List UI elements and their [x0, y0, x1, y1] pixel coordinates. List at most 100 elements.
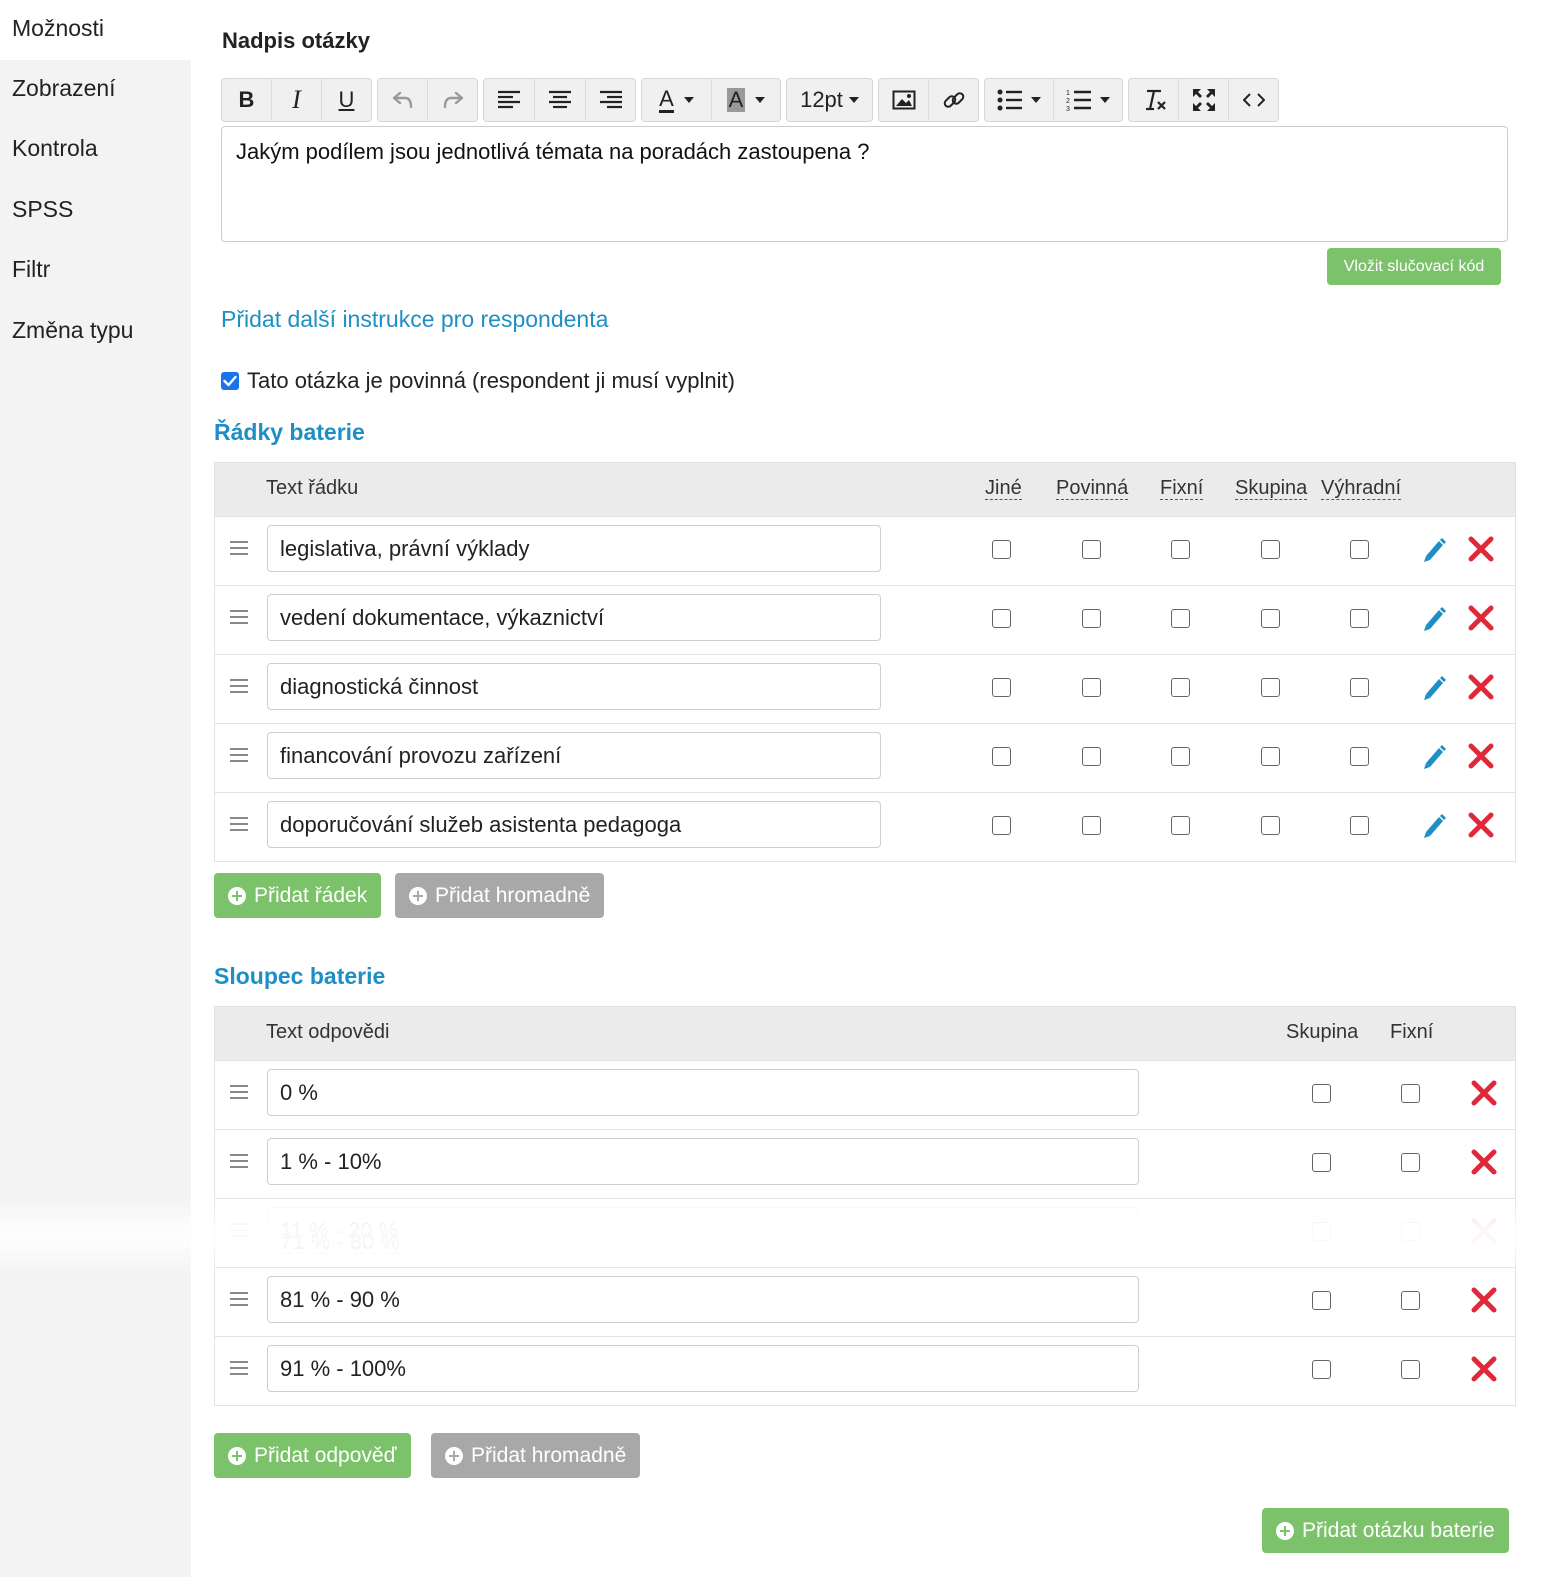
drag-handle-icon[interactable]: [230, 1223, 248, 1239]
edit-row-button[interactable]: [1421, 604, 1447, 632]
sidebar-item-display[interactable]: Zobrazení: [0, 60, 191, 120]
edit-row-button[interactable]: [1421, 673, 1447, 701]
redo-button[interactable]: [428, 79, 477, 121]
align-right-button[interactable]: [586, 79, 635, 121]
checkbox-fixed[interactable]: [1171, 540, 1190, 559]
checkbox-fixed[interactable]: [1401, 1153, 1420, 1172]
delete-row-button[interactable]: [1467, 535, 1495, 563]
bullet-list-button[interactable]: [985, 79, 1054, 121]
drag-handle-icon[interactable]: [230, 1085, 248, 1101]
row-text-input[interactable]: vedení dokumentace, výkaznictví: [267, 594, 881, 641]
checkbox-fixed[interactable]: [1171, 816, 1190, 835]
checkbox-other[interactable]: [992, 609, 1011, 628]
checkbox-exclusive[interactable]: [1350, 816, 1369, 835]
align-left-button[interactable]: [484, 79, 535, 121]
drag-handle-icon[interactable]: [230, 541, 248, 557]
checkbox-group[interactable]: [1312, 1084, 1331, 1103]
required-checkbox[interactable]: [221, 372, 239, 390]
checkbox-exclusive[interactable]: [1350, 678, 1369, 697]
answer-text-input[interactable]: 0 %: [267, 1069, 1139, 1116]
add-battery-question-button[interactable]: Přidat otázku baterie: [1262, 1508, 1509, 1553]
checkbox-exclusive[interactable]: [1350, 609, 1369, 628]
checkbox-other[interactable]: [992, 540, 1011, 559]
drag-handle-icon[interactable]: [230, 1154, 248, 1170]
drag-handle-icon[interactable]: [230, 610, 248, 626]
row-text-input[interactable]: diagnostická činnost: [267, 663, 881, 710]
source-code-button[interactable]: [1229, 79, 1278, 121]
checkbox-group[interactable]: [1312, 1360, 1331, 1379]
delete-row-button[interactable]: [1467, 811, 1495, 839]
insert-merge-code-button[interactable]: Vložit slučovací kód: [1327, 248, 1501, 285]
answer-text-input[interactable]: 91 % - 100%: [267, 1345, 1139, 1392]
checkbox-exclusive[interactable]: [1350, 747, 1369, 766]
delete-row-button[interactable]: [1467, 673, 1495, 701]
delete-answer-button[interactable]: [1470, 1217, 1498, 1245]
checkbox-fixed[interactable]: [1171, 678, 1190, 697]
add-instructions-link[interactable]: Přidat další instrukce pro respondenta: [221, 306, 608, 333]
checkbox-required[interactable]: [1082, 816, 1101, 835]
edit-row-button[interactable]: [1421, 742, 1447, 770]
checkbox-group[interactable]: [1261, 816, 1280, 835]
checkbox-required[interactable]: [1082, 747, 1101, 766]
checkbox-group[interactable]: [1261, 540, 1280, 559]
checkbox-fixed[interactable]: [1171, 609, 1190, 628]
insert-link-button[interactable]: [929, 79, 978, 121]
checkbox-required[interactable]: [1082, 609, 1101, 628]
background-color-button[interactable]: A: [712, 79, 780, 121]
checkbox-fixed[interactable]: [1401, 1084, 1420, 1103]
delete-row-button[interactable]: [1467, 604, 1495, 632]
add-answers-bulk-button[interactable]: Přidat hromadně: [431, 1433, 641, 1478]
delete-answer-button[interactable]: [1470, 1148, 1498, 1176]
sidebar-item-spss[interactable]: SPSS: [0, 181, 191, 241]
drag-handle-icon[interactable]: [230, 679, 248, 695]
row-text-input[interactable]: doporučování služeb asistenta pedagoga: [267, 801, 881, 848]
row-text-input[interactable]: legislativa, právní výklady: [267, 525, 881, 572]
drag-handle-icon[interactable]: [230, 817, 248, 833]
edit-row-button[interactable]: [1421, 535, 1447, 563]
question-text-editor[interactable]: Jakým podílem jsou jednotlivá témata na …: [221, 126, 1508, 242]
sidebar-item-validation[interactable]: Kontrola: [0, 120, 191, 180]
answer-text-input[interactable]: 81 % - 90 %: [267, 1276, 1139, 1323]
checkbox-other[interactable]: [992, 678, 1011, 697]
insert-image-button[interactable]: [879, 79, 929, 121]
align-center-button[interactable]: [535, 79, 586, 121]
delete-answer-button[interactable]: [1470, 1355, 1498, 1383]
italic-button[interactable]: I: [272, 79, 322, 121]
checkbox-group[interactable]: [1261, 609, 1280, 628]
sidebar-item-options[interactable]: Možnosti: [0, 0, 191, 60]
drag-handle-icon[interactable]: [230, 748, 248, 764]
drag-handle-icon[interactable]: [230, 1292, 248, 1308]
undo-button[interactable]: [378, 79, 428, 121]
checkbox-exclusive[interactable]: [1350, 540, 1369, 559]
add-answer-button[interactable]: Přidat odpověď: [214, 1433, 411, 1478]
add-row-button[interactable]: Přidat řádek: [214, 873, 382, 918]
fullscreen-button[interactable]: [1179, 79, 1229, 121]
checkbox-fixed[interactable]: [1171, 747, 1190, 766]
sidebar-item-change-type[interactable]: Změna typu: [0, 302, 191, 362]
checkbox-required[interactable]: [1082, 678, 1101, 697]
row-text-input[interactable]: financování provozu zařízení: [267, 732, 881, 779]
delete-answer-button[interactable]: [1470, 1079, 1498, 1107]
delete-row-button[interactable]: [1467, 742, 1495, 770]
checkbox-group[interactable]: [1312, 1153, 1331, 1172]
font-color-button[interactable]: A: [642, 79, 712, 121]
checkbox-group[interactable]: [1261, 678, 1280, 697]
checkbox-group[interactable]: [1261, 747, 1280, 766]
bold-button[interactable]: B: [222, 79, 272, 121]
checkbox-fixed[interactable]: [1401, 1360, 1420, 1379]
add-rows-bulk-button[interactable]: Přidat hromadně: [395, 873, 605, 918]
checkbox-group[interactable]: [1312, 1222, 1331, 1241]
checkbox-fixed[interactable]: [1401, 1222, 1420, 1241]
checkbox-other[interactable]: [992, 816, 1011, 835]
clear-format-button[interactable]: [1129, 79, 1179, 121]
drag-handle-icon[interactable]: [230, 1361, 248, 1377]
delete-answer-button[interactable]: [1470, 1286, 1498, 1314]
checkbox-required[interactable]: [1082, 540, 1101, 559]
underline-button[interactable]: U: [322, 79, 371, 121]
font-size-select[interactable]: 12pt: [787, 79, 872, 121]
numbered-list-button[interactable]: 123: [1054, 79, 1122, 121]
checkbox-fixed[interactable]: [1401, 1291, 1420, 1310]
answer-text-input[interactable]: 1 % - 10%: [267, 1138, 1139, 1185]
checkbox-other[interactable]: [992, 747, 1011, 766]
edit-row-button[interactable]: [1421, 811, 1447, 839]
